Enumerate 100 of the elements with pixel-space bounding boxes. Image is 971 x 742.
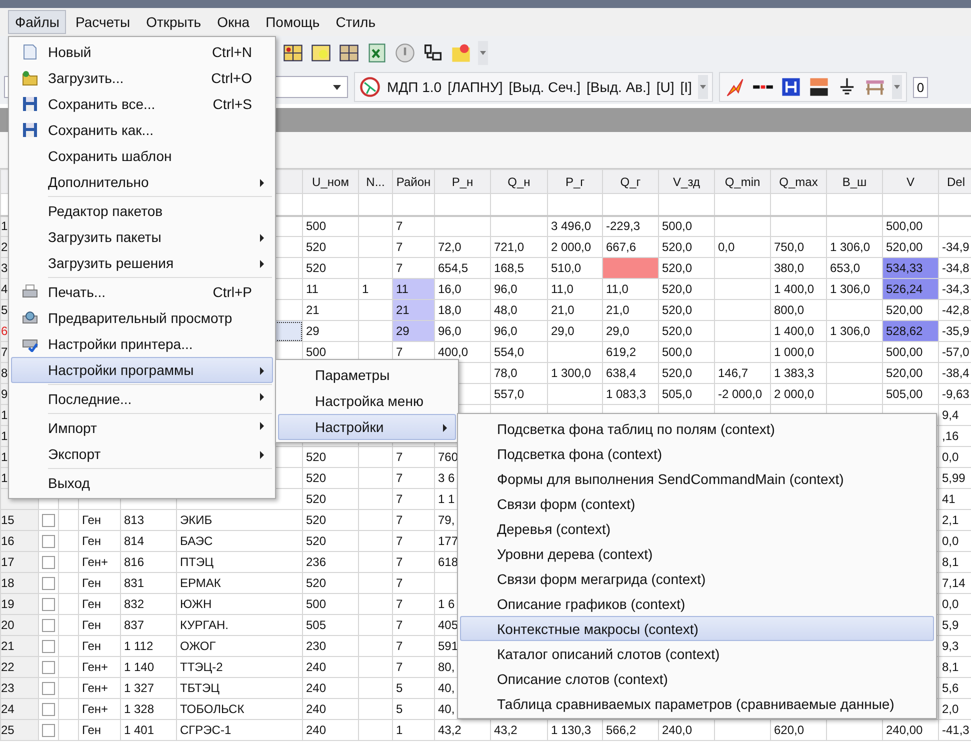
spreadsheet-icon[interactable] — [366, 42, 388, 64]
mode-label[interactable]: [Выд. Ав.] — [586, 79, 650, 95]
column-header[interactable]: Q_max — [770, 170, 826, 194]
mode-label[interactable]: [U] — [656, 79, 674, 95]
table-cell: 1 401 — [120, 720, 176, 740]
column-header[interactable]: Район — [392, 170, 434, 194]
menu-item[interactable]: Загрузить... Ctrl+O — [11, 65, 273, 91]
table-cell: Ген+ — [78, 698, 120, 720]
checkbox[interactable] — [42, 514, 55, 528]
row-number: 21 — [0, 636, 38, 656]
column-header[interactable]: B_ш — [826, 170, 882, 194]
table-cell: 1 306,0 — [826, 236, 882, 258]
table-cell: 505,0 — [658, 384, 714, 404]
info-icon[interactable] — [394, 42, 416, 64]
column-header[interactable]: P_г — [548, 170, 602, 194]
checkbox[interactable] — [42, 703, 55, 716]
table-cell: 526,24 — [882, 278, 938, 300]
note-icon[interactable] — [450, 42, 472, 64]
table-cell: 7 — [392, 468, 434, 488]
menu-bar-item[interactable]: Помощь — [258, 10, 327, 34]
table-cell: 1 400,0 — [770, 278, 826, 300]
checkbox[interactable] — [42, 724, 55, 738]
menu-item[interactable]: Сохранить как... — [11, 117, 273, 143]
mode-label[interactable]: [ЛАПНУ] — [448, 79, 503, 95]
column-header[interactable]: U_ном — [302, 170, 358, 194]
overflow-button[interactable] — [478, 41, 488, 65]
row-number: 20 — [0, 614, 38, 636]
overflow-button[interactable] — [698, 75, 708, 99]
checkbox[interactable] — [42, 598, 55, 612]
grid-icon[interactable] — [282, 42, 304, 64]
column-header[interactable]: V — [882, 170, 938, 194]
menu-item[interactable]: Новый Ctrl+N — [11, 39, 273, 65]
mode-label[interactable]: [Выд. Сеч.] — [508, 79, 581, 95]
row-number: 25 — [0, 720, 38, 740]
overflow-button[interactable] — [892, 75, 902, 99]
table-cell: 21,0 — [602, 300, 658, 320]
column-header[interactable]: P_н — [434, 170, 490, 194]
table-cell: Ген+ — [78, 552, 120, 572]
table-cell: 750,0 — [770, 236, 826, 258]
table-cell: 520,0 — [658, 300, 714, 320]
column-header[interactable]: N... — [358, 170, 392, 194]
menu-item[interactable]: Сохранить шаблон — [11, 143, 273, 169]
table-cell: 240 — [302, 720, 358, 740]
table-cell: 1 083,3 — [602, 384, 658, 404]
column-header[interactable]: Q_н — [490, 170, 548, 194]
submenu-arrow-icon — [260, 393, 264, 401]
table-cell: 837 — [120, 614, 176, 636]
input-field[interactable]: 0 — [912, 76, 928, 98]
table-cell: 29,0 — [548, 320, 602, 342]
table-cell: 78,0 — [490, 362, 548, 384]
table-cell: 528,62 — [882, 320, 938, 342]
checkbox[interactable] — [42, 661, 55, 674]
column-header[interactable]: Del — [938, 170, 971, 194]
menu-item[interactable]: Настройка меню — [278, 388, 456, 414]
checkbox[interactable] — [42, 556, 55, 570]
table-cell: 5 — [392, 698, 434, 720]
printer-icon — [22, 284, 38, 300]
table-cell: 380,0 — [770, 258, 826, 278]
menu-item[interactable]: Настройки — [278, 414, 456, 440]
mode-label[interactable]: МДП 1.0 — [387, 79, 442, 95]
menu-bar-item[interactable]: Открыть — [139, 10, 208, 34]
table-cell: 21 — [302, 300, 358, 320]
submenu-arrow-icon — [260, 260, 264, 268]
checkbox[interactable] — [42, 619, 55, 632]
table-cell: 7 — [392, 636, 434, 656]
table-cell: 1 140 — [120, 656, 176, 678]
table-cell: ЭКИБ — [176, 510, 302, 530]
shortcut-label: Ctrl+P — [212, 284, 252, 300]
table-cell: Ген+ — [78, 678, 120, 698]
menu-item[interactable]: Настройки программы — [11, 357, 273, 383]
menu-bar-item[interactable]: Окна — [210, 10, 257, 34]
checkbox[interactable] — [42, 640, 55, 654]
table-cell: 554,0 — [490, 342, 548, 362]
table-cell: 1 000,0 — [770, 342, 826, 362]
table-cell: 638,4 — [602, 362, 658, 384]
menu-item[interactable]: Параметры — [278, 362, 456, 388]
checkbox[interactable] — [42, 535, 55, 548]
table-cell: 520 — [302, 488, 358, 510]
table-cell: 7 — [392, 552, 434, 572]
column-header[interactable]: Q_min — [714, 170, 770, 194]
checkbox[interactable] — [42, 682, 55, 696]
menu-bar-item[interactable]: Расчеты — [68, 10, 138, 34]
grid-icon[interactable] — [310, 42, 332, 64]
menu-item[interactable]: Сохранить все... Ctrl+S — [11, 91, 273, 117]
menu-bar-item[interactable]: Стиль — [328, 10, 382, 34]
checkbox[interactable] — [42, 577, 55, 590]
table-cell: 3 496,0 — [548, 216, 602, 236]
menu-bar-item[interactable]: Файлы — [8, 10, 66, 34]
table-cell: ЮЖН — [176, 594, 302, 614]
column-header[interactable]: V_зд — [658, 170, 714, 194]
column-header[interactable]: Q_г — [602, 170, 658, 194]
table-cell: 1 — [392, 720, 434, 740]
mode-label[interactable]: [I] — [680, 79, 692, 95]
menu-item[interactable]: Контекстные макросы (context) — [460, 616, 934, 641]
menu-item[interactable]: Дополнительно — [11, 169, 273, 195]
table-cell: 520,0 — [658, 278, 714, 300]
grid-icon[interactable] — [338, 42, 360, 64]
table-cell: 721,0 — [490, 236, 548, 258]
menu-item[interactable]: Подсветка фона таблиц по полям (context) — [460, 416, 934, 441]
row-number: 17 — [0, 552, 38, 572]
